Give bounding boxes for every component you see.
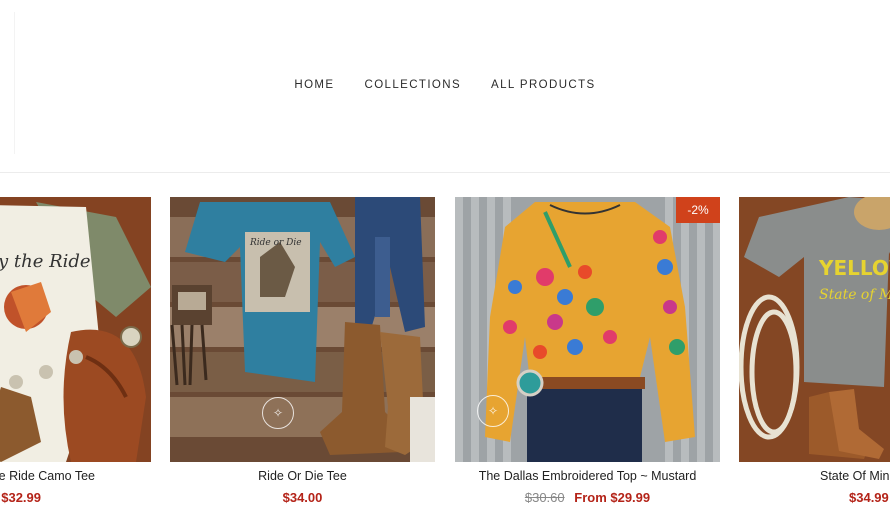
product-image[interactable]: -2% ✧ — [455, 197, 720, 462]
product-card[interactable]: YELLOWST State of M State Of Min $34.99 — [739, 197, 890, 505]
product-price: $32.99 — [0, 490, 151, 505]
product-image[interactable]: y the Ride — [0, 197, 151, 462]
sale-price: $32.99 — [1, 490, 41, 505]
nav-home-link[interactable]: HOME — [294, 79, 334, 91]
page: HOME COLLECTIONS ALL PRODUCTS y the Ride — [0, 0, 890, 530]
tee-print-text: Ride or Die — [249, 238, 302, 248]
product-card[interactable]: Ride or Die ✧ Ride Or Die Tee $34.00 — [170, 197, 435, 505]
tee-print-subtext: State of M — [819, 287, 890, 303]
product-image[interactable]: YELLOWST State of M — [739, 197, 890, 462]
brand-watermark-icon: ✧ — [477, 395, 509, 427]
nav-collections-link[interactable]: COLLECTIONS — [364, 79, 461, 91]
product-price: $34.00 — [170, 490, 435, 505]
product-title[interactable]: The Dallas Embroidered Top ~ Mustard — [455, 469, 720, 483]
product-image[interactable]: Ride or Die ✧ — [170, 197, 435, 462]
product-price: $30.60 From $29.99 — [455, 490, 720, 505]
product-title[interactable]: e Ride Camo Tee — [0, 469, 151, 483]
product-price: $34.99 — [739, 490, 890, 505]
product-title[interactable]: State Of Min — [739, 469, 890, 483]
tee-print-text: YELLOWST — [818, 256, 890, 280]
product-card[interactable]: y the Ride e Ride Camo Tee $32.99 — [0, 197, 151, 505]
nav-all-products-link[interactable]: ALL PRODUCTS — [491, 79, 596, 91]
sale-price: From $29.99 — [574, 490, 651, 505]
main-nav: HOME COLLECTIONS ALL PRODUCTS — [0, 79, 890, 91]
site-header: HOME COLLECTIONS ALL PRODUCTS — [0, 0, 890, 173]
product-title[interactable]: Ride Or Die Tee — [170, 469, 435, 483]
tee-print-text: y the Ride — [0, 251, 91, 272]
discount-badge: -2% — [676, 197, 720, 223]
product-card[interactable]: -2% ✧ The Dallas Embroidered Top ~ Musta… — [455, 197, 720, 505]
sale-price: $34.00 — [282, 490, 323, 505]
compare-at-price: $30.60 — [524, 490, 565, 505]
sale-price: $34.99 — [849, 490, 889, 505]
brand-watermark-icon: ✧ — [262, 397, 294, 429]
